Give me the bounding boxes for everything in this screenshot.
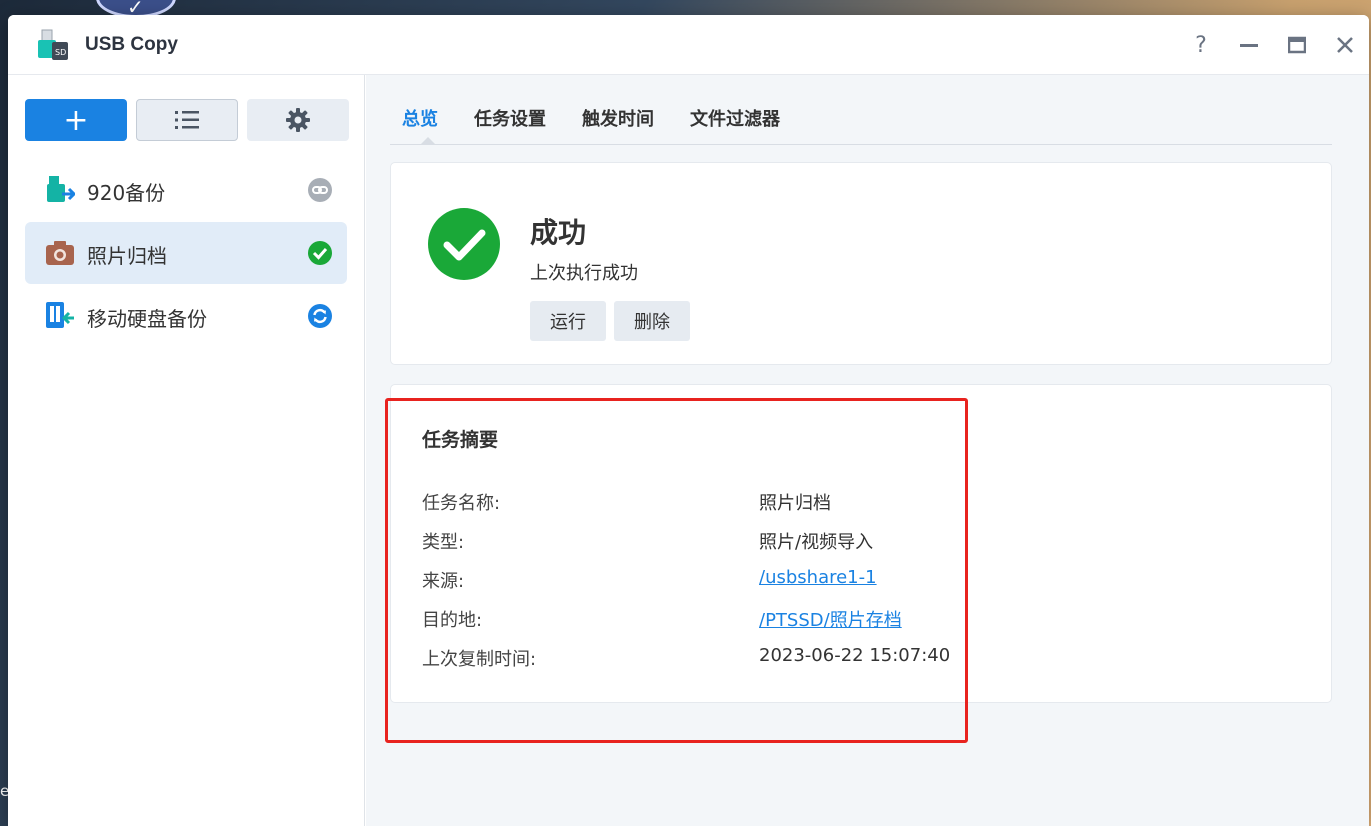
tab-overview[interactable]: 总览 bbox=[402, 105, 438, 131]
app-title: USB Copy bbox=[85, 34, 178, 55]
main-panel: 总览 任务设置 触发时间 文件过滤器 成功 上次执行成功 运行 删除 任务摘要 … bbox=[366, 75, 1369, 826]
summary-value: 2023-06-22 15:07:40 bbox=[759, 645, 951, 666]
status-title: 成功 bbox=[530, 216, 587, 249]
active-tab-caret bbox=[420, 137, 436, 145]
list-icon bbox=[175, 111, 199, 129]
maximize-icon bbox=[1288, 36, 1306, 54]
tab-bar: 总览 任务设置 触发时间 文件过滤器 bbox=[390, 75, 1332, 145]
summary-value: 照片/视频导入 bbox=[759, 532, 874, 553]
summary-row: 来源: /usbshare1-1 bbox=[422, 567, 1302, 597]
close-button[interactable] bbox=[1321, 15, 1369, 75]
minimize-button[interactable] bbox=[1225, 15, 1273, 75]
summary-row: 上次复制时间: 2023-06-22 15:07:40 bbox=[422, 645, 1302, 675]
minimize-icon bbox=[1240, 44, 1258, 47]
usb-copy-app-icon: SD bbox=[38, 29, 68, 60]
task-item-photo-archive[interactable]: 照片归档 bbox=[25, 222, 347, 284]
list-view-button[interactable] bbox=[136, 99, 238, 141]
usb-export-icon bbox=[47, 176, 75, 202]
summary-key: 任务名称: bbox=[422, 493, 501, 514]
drive-sync-icon bbox=[46, 302, 74, 328]
summary-row: 任务名称: 照片归档 bbox=[422, 489, 1302, 519]
task-list: 920备份 照片归档 移动硬盘备份 bbox=[25, 159, 347, 348]
tab-trigger-time[interactable]: 触发时间 bbox=[582, 105, 654, 131]
camera-icon bbox=[46, 241, 74, 265]
sync-icon bbox=[308, 304, 332, 328]
summary-value: 照片归档 bbox=[759, 493, 831, 514]
summary-key: 目的地: bbox=[422, 610, 483, 631]
status-subtitle: 上次执行成功 bbox=[530, 263, 638, 284]
tab-file-filter[interactable]: 文件过滤器 bbox=[690, 105, 780, 131]
help-button[interactable]: ? bbox=[1177, 15, 1225, 75]
source-path-link[interactable]: /usbshare1-1 bbox=[759, 567, 877, 588]
close-icon bbox=[1337, 37, 1353, 53]
summary-key: 来源: bbox=[422, 571, 465, 592]
settings-button[interactable] bbox=[247, 99, 349, 141]
task-item-920-backup[interactable]: 920备份 bbox=[25, 159, 347, 221]
task-summary-card: 任务摘要 任务名称: 照片归档 类型: 照片/视频导入 来源: /usbshar… bbox=[390, 384, 1332, 703]
task-label: 照片归档 bbox=[87, 244, 167, 268]
add-task-button[interactable]: + bbox=[25, 99, 127, 141]
destination-path-link[interactable]: /PTSSD/照片存档 bbox=[759, 606, 902, 632]
success-check-icon bbox=[308, 241, 332, 265]
maximize-button[interactable] bbox=[1273, 15, 1321, 75]
summary-row: 类型: 照片/视频导入 bbox=[422, 528, 1302, 558]
sidebar-toolbar: + bbox=[25, 99, 349, 141]
title-bar[interactable]: SD USB Copy ? bbox=[8, 15, 1369, 75]
success-check-icon bbox=[428, 208, 500, 280]
delete-button[interactable]: 删除 bbox=[614, 301, 690, 341]
task-label: 移动硬盘备份 bbox=[87, 307, 207, 331]
summary-title: 任务摘要 bbox=[422, 429, 499, 451]
task-item-portable-drive-backup[interactable]: 移动硬盘备份 bbox=[25, 285, 347, 347]
gear-icon bbox=[286, 108, 310, 132]
summary-row: 目的地: /PTSSD/照片存档 bbox=[422, 606, 1302, 636]
status-card: 成功 上次执行成功 运行 删除 bbox=[390, 162, 1332, 365]
summary-key: 类型: bbox=[422, 532, 465, 553]
run-button[interactable]: 运行 bbox=[530, 301, 606, 341]
tab-task-settings[interactable]: 任务设置 bbox=[474, 105, 546, 131]
sidebar: + 920备份 照片归档 移动硬盘备份 bbox=[8, 75, 365, 826]
summary-key: 上次复制时间: bbox=[422, 649, 537, 670]
link-icon bbox=[308, 178, 332, 202]
svg-text:SD: SD bbox=[55, 48, 66, 57]
task-label: 920备份 bbox=[87, 181, 166, 205]
usb-copy-window: SD USB Copy ? + 920备份 照片归档 移动硬盘备份 总览 任务设… bbox=[8, 15, 1369, 826]
